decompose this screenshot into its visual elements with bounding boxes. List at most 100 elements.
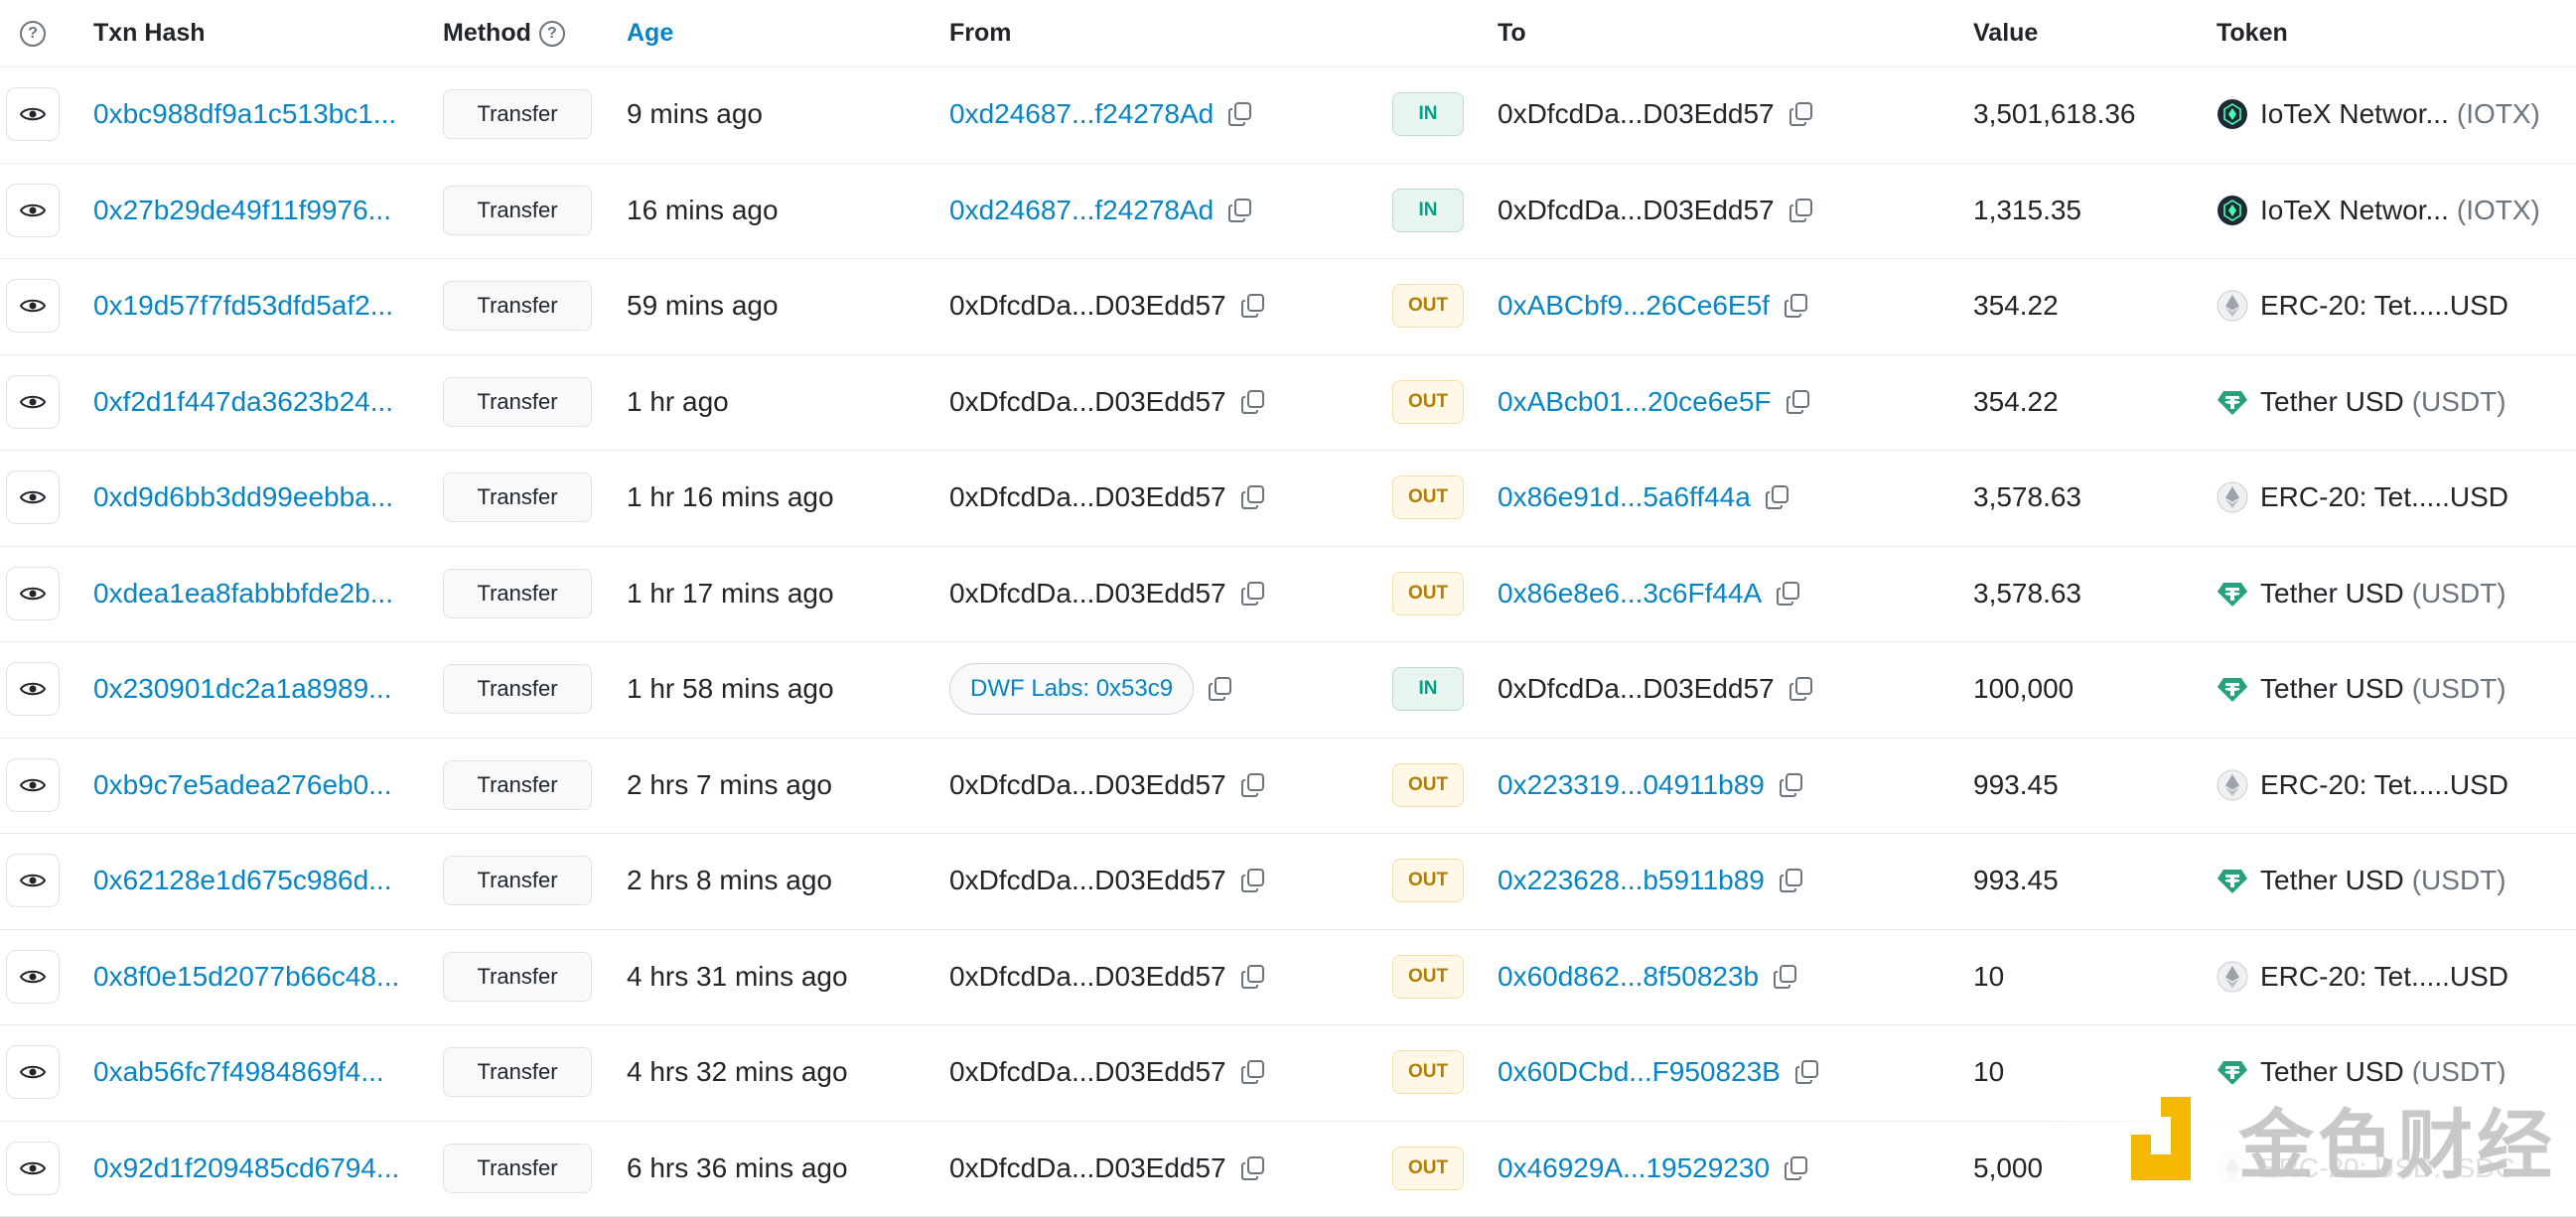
txn-hash-link[interactable]: 0x62128e1d675c986d... <box>93 833 392 929</box>
txn-hash-link[interactable]: 0x8f0e15d2077b66c48... <box>93 929 399 1025</box>
token-link[interactable]: IoTeX Networ...(IOTX) <box>2217 67 2540 163</box>
txn-hash-link[interactable]: 0x19d57f7fd53dfd5af2... <box>93 258 393 354</box>
copy-icon[interactable] <box>1240 581 1266 607</box>
method-badge[interactable]: Transfer <box>443 186 592 235</box>
value-text: 354.22 <box>1973 258 2059 354</box>
copy-icon[interactable] <box>1240 868 1266 893</box>
copy-icon[interactable] <box>1208 676 1233 702</box>
token-link[interactable]: Tether USD(USDT) <box>2217 641 2506 738</box>
copy-icon[interactable] <box>1240 964 1266 990</box>
copy-icon[interactable] <box>1784 293 1809 319</box>
from-address: 0xDfcdDa...D03Edd57 <box>949 865 1226 896</box>
from-address[interactable]: 0xd24687...f24278Ad <box>949 195 1214 226</box>
txn-hash-link[interactable]: 0xb9c7e5adea276eb0... <box>93 738 392 834</box>
token-link[interactable]: Tether USD(USDT) <box>2217 354 2506 451</box>
method-help-icon[interactable]: ? <box>539 21 565 47</box>
copy-icon[interactable] <box>1765 484 1790 510</box>
preview-cell <box>6 450 60 546</box>
age-text: 4 hrs 32 mins ago <box>627 1024 848 1121</box>
eye-icon[interactable] <box>6 567 60 620</box>
copy-icon[interactable] <box>1240 293 1266 319</box>
copy-icon[interactable] <box>1227 101 1253 127</box>
to-address[interactable]: 0x223628...b5911b89 <box>1498 865 1765 896</box>
token-link[interactable]: Tether USD(USDT) <box>2217 546 2506 642</box>
copy-icon[interactable] <box>1789 101 1814 127</box>
method-badge[interactable]: Transfer <box>443 952 592 1002</box>
method-badge[interactable]: Transfer <box>443 664 592 714</box>
eye-icon[interactable] <box>6 279 60 333</box>
eye-icon[interactable] <box>6 758 60 812</box>
txn-hash-link[interactable]: 0x92d1f209485cd6794... <box>93 1121 399 1217</box>
token-link[interactable]: ERC-20: Tet.....USD <box>2217 929 2508 1025</box>
to-address[interactable]: 0xABCbf9...26Ce6E5f <box>1498 290 1770 322</box>
method-badge[interactable]: Transfer <box>443 377 592 427</box>
txn-hash-link[interactable]: 0xab56fc7f4984869f4... <box>93 1024 384 1121</box>
copy-icon[interactable] <box>1227 198 1253 223</box>
token-link[interactable]: ERC-20: Tet.....USD <box>2217 738 2508 834</box>
to-address[interactable]: 0x60d862...8f50823b <box>1498 961 1759 993</box>
preview-cell <box>6 1121 60 1217</box>
method-badge[interactable]: Transfer <box>443 856 592 905</box>
copy-icon[interactable] <box>1773 964 1798 990</box>
eye-icon[interactable] <box>6 1045 60 1099</box>
copy-icon[interactable] <box>1789 198 1814 223</box>
to-address[interactable]: 0x86e8e6...3c6Ff44A <box>1498 578 1762 609</box>
direction-badge: IN <box>1392 189 1464 232</box>
to-address[interactable]: 0x86e91d...5a6ff44a <box>1498 481 1751 513</box>
token-link[interactable]: Tether USD(USDT) <box>2217 833 2506 929</box>
token-link[interactable]: ERC-20: Tet.....USD <box>2217 258 2508 354</box>
method-badge[interactable]: Transfer <box>443 1047 592 1097</box>
eye-icon[interactable] <box>6 1142 60 1195</box>
copy-icon[interactable] <box>1240 772 1266 798</box>
copy-icon[interactable] <box>1240 1155 1266 1181</box>
copy-icon[interactable] <box>1776 581 1801 607</box>
copy-icon[interactable] <box>1786 389 1811 415</box>
header-help[interactable]: ? <box>20 0 46 67</box>
direction-badge: IN <box>1392 667 1464 711</box>
token-link[interactable]: ERC-20: Tet.....USD <box>2217 450 2508 546</box>
method-badge[interactable]: Transfer <box>443 569 592 618</box>
method-badge[interactable]: Transfer <box>443 760 592 810</box>
txn-hash-link[interactable]: 0xdea1ea8fabbbfde2b... <box>93 546 393 642</box>
copy-icon[interactable] <box>1779 772 1804 798</box>
to-address[interactable]: 0xABcb01...20ce6e5F <box>1498 386 1772 418</box>
txn-hash-link[interactable]: 0xd9d6bb3dd99eebba... <box>93 450 393 546</box>
header-age[interactable]: Age <box>627 0 673 67</box>
eye-icon[interactable] <box>6 87 60 141</box>
eye-icon[interactable] <box>6 854 60 907</box>
method-badge[interactable]: Transfer <box>443 89 592 139</box>
method-badge[interactable]: Transfer <box>443 1144 592 1193</box>
to-address[interactable]: 0x223319...04911b89 <box>1498 769 1765 801</box>
eye-icon[interactable] <box>6 375 60 429</box>
copy-icon[interactable] <box>1240 484 1266 510</box>
value-text: 1,315.35 <box>1973 163 2081 259</box>
token-link[interactable]: IoTeX Networ...(IOTX) <box>2217 163 2540 259</box>
value-text: 3,578.63 <box>1973 546 2081 642</box>
method-badge[interactable]: Transfer <box>443 473 592 522</box>
age-text: 16 mins ago <box>627 163 779 259</box>
copy-icon[interactable] <box>1789 676 1814 702</box>
eye-icon[interactable] <box>6 471 60 524</box>
from-address-tag[interactable]: DWF Labs: 0x53c9 <box>949 663 1194 715</box>
txn-hash-link[interactable]: 0x230901dc2a1a8989... <box>93 641 392 738</box>
eye-icon[interactable] <box>6 950 60 1004</box>
txn-hash-link[interactable]: 0xbc988df9a1c513bc1... <box>93 67 396 163</box>
from-address[interactable]: 0xd24687...f24278Ad <box>949 98 1214 130</box>
token-symbol: (USDT) <box>2412 386 2506 418</box>
eth-icon <box>2217 961 2260 993</box>
txn-hash-link[interactable]: 0x27b29de49f11f9976... <box>93 163 391 259</box>
txn-hash-link[interactable]: 0xf2d1f447da3623b24... <box>93 354 393 451</box>
copy-icon[interactable] <box>1240 1059 1266 1085</box>
to-address[interactable]: 0x46929A...19529230 <box>1498 1152 1770 1184</box>
copy-icon[interactable] <box>1794 1059 1820 1085</box>
copy-icon[interactable] <box>1784 1155 1809 1181</box>
copy-icon[interactable] <box>1779 868 1804 893</box>
watermark-text: 金色财经 <box>2238 1084 2556 1193</box>
method-badge[interactable]: Transfer <box>443 281 592 331</box>
help-icon[interactable]: ? <box>20 21 46 47</box>
eye-icon[interactable] <box>6 662 60 716</box>
token-symbol: (IOTX) <box>2457 98 2540 130</box>
to-address[interactable]: 0x60DCbd...F950823B <box>1498 1056 1781 1088</box>
copy-icon[interactable] <box>1240 389 1266 415</box>
eye-icon[interactable] <box>6 184 60 237</box>
